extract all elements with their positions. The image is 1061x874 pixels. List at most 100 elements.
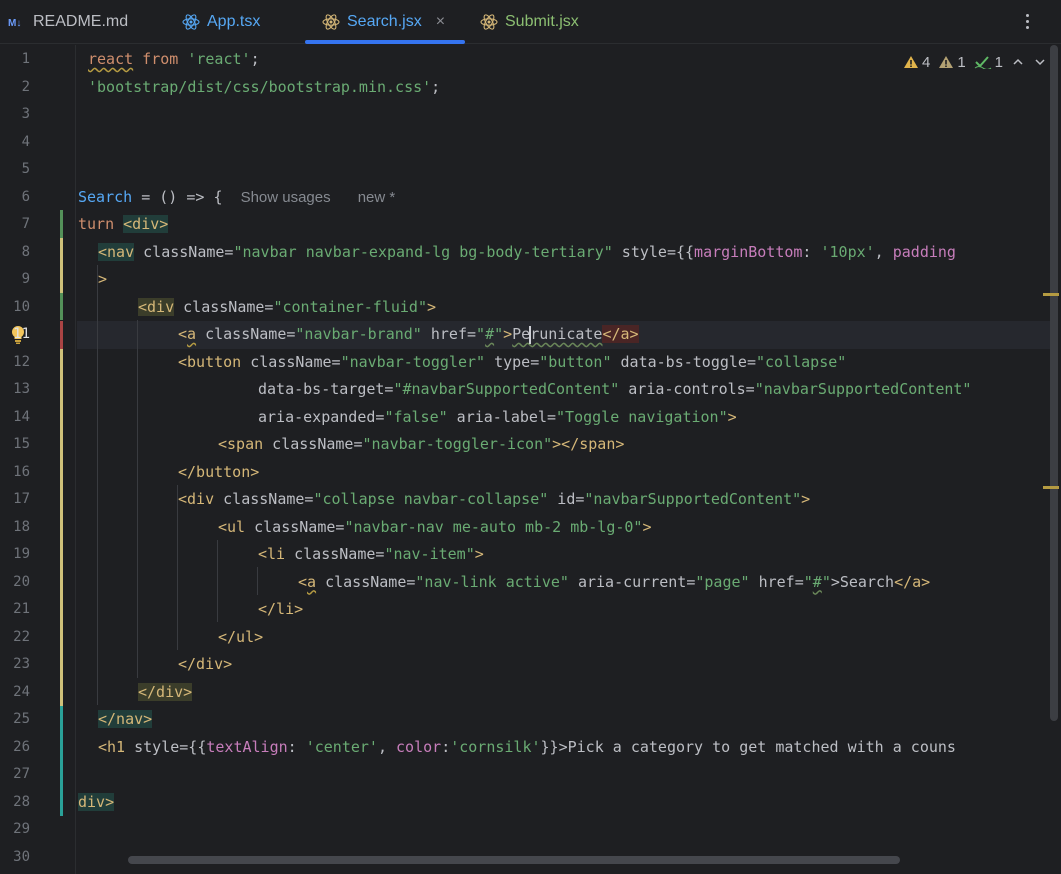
code-line-7: turn <div> [78,215,169,233]
react-icon [182,13,200,31]
svg-text:M↓: M↓ [8,18,21,28]
code-line-17: <div className="collapse navbar-collapse… [178,490,811,508]
line-number[interactable]: 5 [0,156,30,184]
line-number[interactable]: 26 [0,734,30,762]
line-number[interactable]: 4 [0,129,30,157]
tab-readme[interactable]: M↓ README.md [8,0,128,44]
code-line-6: Search = () => { Show usages new * [78,187,396,206]
change-marker [60,706,63,816]
line-number[interactable]: 27 [0,761,30,789]
check-icon [974,56,991,69]
line-number[interactable]: 11 [0,321,30,349]
code-line-2: 'bootstrap/dist/css/bootstrap.min.css'; [88,77,441,96]
change-marker [60,292,63,320]
code-line-24: </div> [138,682,193,701]
line-number[interactable]: 8 [0,239,30,267]
tab-submit-jsx[interactable]: Submit.jsx [480,0,579,44]
tab-label: Search.jsx [347,13,422,30]
code-line-12: <button className="navbar-toggler" type=… [178,352,847,371]
line-number[interactable]: 7 [0,211,30,239]
indent-guide [97,265,98,705]
code-line-28: div> [78,792,115,811]
tab-app-tsx[interactable]: App.tsx [182,0,260,44]
more-options-icon[interactable] [1017,9,1037,33]
vertical-scroll-thumb[interactable] [1050,45,1058,721]
code-line-13: data-bs-target="#navbarSupportedContent"… [258,380,972,398]
code-line-10: <div className="container-fluid"> [138,297,437,316]
line-number[interactable]: 15 [0,431,30,459]
code-line-16: </button> [178,462,260,481]
horizontal-scrollbar[interactable] [128,856,900,864]
change-marker [60,210,63,238]
line-number[interactable]: 9 [0,266,30,294]
line-number[interactable]: 19 [0,541,30,569]
line-number[interactable]: 1 [0,46,30,74]
code-line-15: <span className="navbar-toggler-icon"></… [218,435,625,453]
line-number[interactable]: 28 [0,789,30,817]
code-line-25: </nav> [98,710,153,728]
line-number[interactable]: 17 [0,486,30,514]
change-marker [60,348,63,706]
line-number[interactable]: 25 [0,706,30,734]
line-number[interactable]: 3 [0,101,30,129]
markdown-icon: M↓ [8,16,26,28]
tab-label: README.md [33,13,129,30]
tab-label: Submit.jsx [505,13,579,30]
line-number[interactable]: 21 [0,596,30,624]
code-editor[interactable]: 1 2 3 4 5 6 7 8 9 10 11 12 13 14 15 16 17 18 19 20 21 22 23 24 2… [0,45,1061,874]
line-number-gutter: 1 2 3 4 5 6 7 8 9 10 11 12 13 14 15 16 17 18 19 20 21 22 23 24 2… [0,45,76,874]
change-marker [60,237,63,293]
line-number[interactable]: 13 [0,376,30,404]
warning-stripe[interactable] [1043,486,1059,489]
weak-warning-icon [939,56,954,68]
indent-guide [257,567,258,595]
warnings-indicator[interactable]: 4 [903,54,930,71]
line-number[interactable]: 20 [0,569,30,597]
vertical-scrollbar[interactable] [1043,45,1061,874]
code-line-26: <h1 style={{textAlign: 'center', color:'… [98,737,956,756]
code-line-14: aria-expanded="false" aria-label="Toggle… [258,407,737,426]
line-number[interactable]: 6 [0,184,30,212]
author-hint[interactable]: new * [358,189,396,206]
weak-warnings-indicator[interactable]: 1 [938,54,966,71]
active-tab-indicator [305,40,465,44]
line-number[interactable]: 22 [0,624,30,652]
change-marker [60,321,63,349]
code-line-19: <li className="nav-item"> [258,545,484,563]
code-line-11: <a className="navbar-brand" href="#">Per… [178,325,639,344]
line-number[interactable]: 16 [0,459,30,487]
close-icon[interactable]: × [436,13,445,31]
line-number[interactable]: 12 [0,349,30,377]
line-number[interactable]: 29 [0,816,30,844]
code-line-23: </div> [178,655,233,673]
inspection-widget[interactable]: 4 1 1 [903,51,1047,73]
warning-stripe[interactable] [1043,293,1059,296]
line-number[interactable]: 30 [0,844,30,872]
chevron-up-icon[interactable] [1011,55,1025,69]
line-number[interactable]: 10 [0,294,30,322]
editor-tab-bar: M↓ README.md App.tsx Search.jsx × Submit… [0,0,1061,44]
code-line-1: react from 'react'; [88,50,260,68]
code-content[interactable]: react from 'react'; 'bootstrap/dist/css/… [77,45,1061,874]
code-line-20: <a className="nav-link active" aria-curr… [298,572,931,591]
react-icon [480,13,498,31]
usages-hint[interactable]: Show usages [241,189,331,206]
code-line-9: > [98,270,108,288]
chevron-down-icon[interactable] [1033,55,1047,69]
line-number[interactable]: 18 [0,514,30,542]
code-line-18: <ul className="navbar-nav me-auto mb-2 m… [218,517,652,536]
line-number[interactable]: 2 [0,74,30,102]
indent-guide [137,320,138,678]
code-line-8: <nav className="navbar navbar-expand-lg … [98,242,956,261]
tab-search-jsx[interactable]: Search.jsx × [322,0,445,44]
ok-indicator[interactable]: 1 [974,54,1003,71]
react-icon [322,13,340,31]
line-number[interactable]: 24 [0,679,30,707]
indent-guide [217,540,218,622]
line-number[interactable]: 14 [0,404,30,432]
code-line-22: </ul> [218,627,264,646]
tab-label: App.tsx [207,13,261,30]
line-number[interactable]: 23 [0,651,30,679]
code-line-21: </li> [258,600,304,618]
warning-icon [903,56,918,68]
